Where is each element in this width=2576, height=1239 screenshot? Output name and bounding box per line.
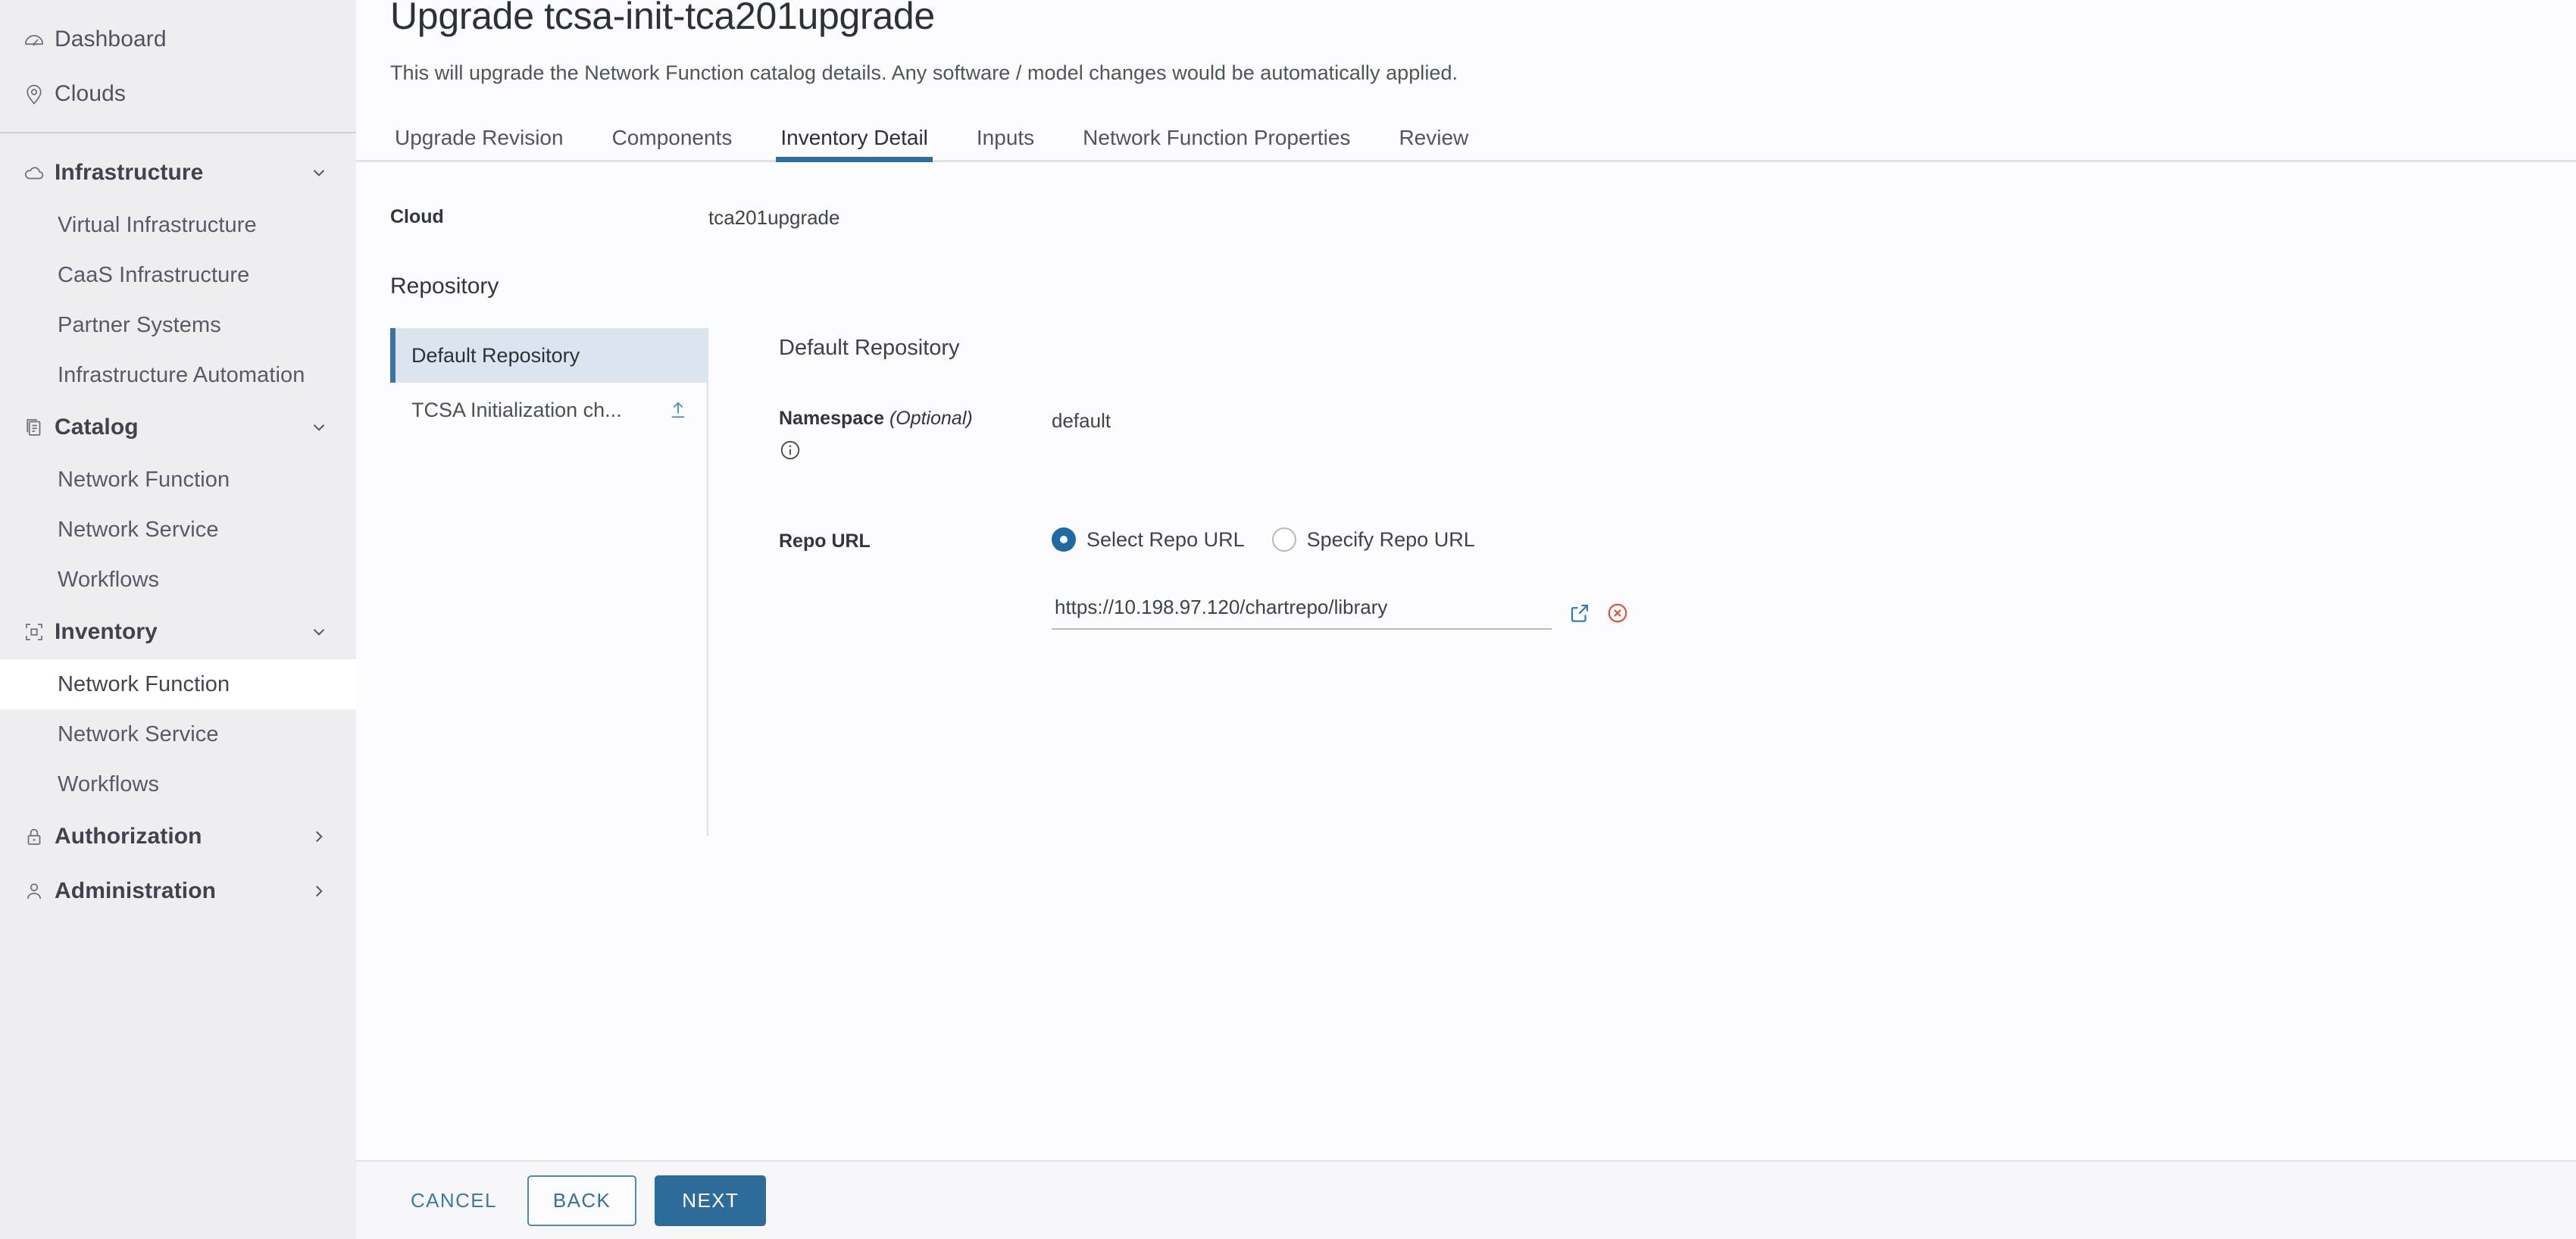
inventory-detail-form: Cloud tca201upgrade Repository Default R… bbox=[390, 162, 2576, 836]
sidebar-item-catalog-network-function[interactable]: Network Function bbox=[0, 455, 356, 505]
sidebar-item-label: Clouds bbox=[55, 81, 126, 106]
repo-url-row: Repo URL Select Repo URL Specify Repo UR… bbox=[779, 527, 2576, 630]
map-pin-icon bbox=[23, 83, 55, 105]
sidebar-item-label: Network Function bbox=[58, 467, 230, 492]
main-content: Upgrade tcsa-init-tca201upgrade This wil… bbox=[356, 0, 2576, 1239]
back-button[interactable]: BACK bbox=[527, 1175, 637, 1226]
chevron-right-icon bbox=[309, 881, 329, 901]
sidebar-group-inventory[interactable]: Inventory bbox=[0, 605, 356, 659]
tab-network-function-properties[interactable]: Network Function Properties bbox=[1078, 126, 1355, 162]
page-description: This will upgrade the Network Function c… bbox=[390, 61, 1458, 84]
sidebar-item-inventory-network-function[interactable]: Network Function bbox=[0, 659, 356, 709]
repo-url-input-row bbox=[1052, 596, 1629, 630]
cloud-field-row: Cloud tca201upgrade bbox=[390, 206, 2576, 230]
tab-inputs[interactable]: Inputs bbox=[972, 126, 1039, 162]
sidebar: Dashboard Clouds Infrastructure Virtual … bbox=[0, 0, 356, 1239]
tab-components[interactable]: Components bbox=[608, 126, 737, 162]
sidebar-item-label: Infrastructure bbox=[55, 160, 204, 185]
lock-icon bbox=[23, 825, 55, 848]
radio-label: Select Repo URL bbox=[1086, 527, 1245, 551]
namespace-label-bold: Namespace bbox=[779, 408, 884, 429]
chevron-right-icon bbox=[309, 827, 329, 846]
namespace-row: Namespace (Optional) default bbox=[779, 408, 2576, 467]
sidebar-item-inventory-network-service[interactable]: Network Service bbox=[0, 709, 356, 759]
sidebar-item-caas-infrastructure[interactable]: CaaS Infrastructure bbox=[0, 250, 356, 300]
sidebar-item-catalog-network-service[interactable]: Network Service bbox=[0, 505, 356, 555]
radio-label: Specify Repo URL bbox=[1306, 527, 1475, 551]
sidebar-item-label: Authorization bbox=[55, 824, 202, 849]
person-icon bbox=[23, 880, 55, 903]
repo-url-label: Repo URL bbox=[779, 530, 871, 552]
sidebar-item-label: CaaS Infrastructure bbox=[58, 262, 250, 287]
repository-list-item-default[interactable]: Default Repository bbox=[390, 328, 708, 383]
app-root: Dashboard Clouds Infrastructure Virtual … bbox=[0, 0, 2576, 1239]
sidebar-item-label: Partner Systems bbox=[58, 312, 221, 337]
page-title: Upgrade tcsa-init-tca201upgrade bbox=[390, 0, 935, 37]
sidebar-item-label: Network Service bbox=[58, 721, 219, 746]
sidebar-item-label: Catalog bbox=[55, 415, 139, 440]
repository-list: Default Repository TCSA Initialization c… bbox=[390, 328, 708, 836]
repo-url-input[interactable] bbox=[1052, 596, 1552, 630]
sidebar-item-infrastructure-automation[interactable]: Infrastructure Automation bbox=[0, 350, 356, 400]
upload-icon[interactable] bbox=[667, 399, 689, 421]
repository-block: Default Repository TCSA Initialization c… bbox=[390, 328, 2576, 836]
repo-url-radio-group: Select Repo URL Specify Repo URL bbox=[1052, 527, 1629, 552]
repository-item-label: Default Repository bbox=[411, 343, 580, 367]
sidebar-divider bbox=[0, 132, 356, 133]
namespace-label-optional: (Optional) bbox=[889, 408, 973, 429]
namespace-value: default bbox=[1052, 409, 1111, 432]
radio-select-repo-url[interactable]: Select Repo URL bbox=[1052, 527, 1245, 552]
repository-detail-panel: Default Repository Namespace (Optional) bbox=[708, 328, 2576, 836]
external-link-icon[interactable] bbox=[1568, 602, 1591, 624]
sidebar-top-group: Dashboard Clouds bbox=[0, 12, 356, 132]
wizard-footer: CANCEL BACK NEXT bbox=[356, 1160, 2576, 1239]
chevron-down-icon bbox=[309, 418, 329, 437]
sidebar-item-label: Inventory bbox=[55, 619, 158, 644]
sidebar-group-authorization[interactable]: Authorization bbox=[0, 809, 356, 864]
radio-specify-repo-url[interactable]: Specify Repo URL bbox=[1271, 527, 1475, 552]
info-icon[interactable] bbox=[779, 439, 1052, 467]
inventory-grid-icon bbox=[23, 621, 55, 643]
sidebar-item-label: Network Service bbox=[58, 517, 219, 542]
tab-inventory-detail[interactable]: Inventory Detail bbox=[776, 126, 933, 162]
sidebar-item-label: Infrastructure Automation bbox=[58, 362, 305, 387]
sidebar-item-label: Virtual Infrastructure bbox=[58, 212, 257, 237]
sidebar-item-label: Workflows bbox=[58, 771, 160, 796]
cloud-label: Cloud bbox=[390, 206, 444, 227]
cancel-button[interactable]: CANCEL bbox=[394, 1178, 514, 1223]
sidebar-group-catalog[interactable]: Catalog bbox=[0, 400, 356, 455]
tab-upgrade-revision[interactable]: Upgrade Revision bbox=[390, 126, 568, 162]
sidebar-item-catalog-workflows[interactable]: Workflows bbox=[0, 555, 356, 605]
sidebar-item-label: Administration bbox=[55, 878, 217, 903]
tab-bar: Upgrade Revision Components Inventory De… bbox=[356, 108, 2576, 162]
chevron-down-icon bbox=[309, 622, 329, 642]
sidebar-item-virtual-infrastructure[interactable]: Virtual Infrastructure bbox=[0, 200, 356, 250]
next-button[interactable]: NEXT bbox=[655, 1175, 767, 1226]
repository-list-item-tcsa-init[interactable]: TCSA Initialization ch... bbox=[390, 383, 708, 437]
repository-item-label: TCSA Initialization ch... bbox=[411, 398, 622, 421]
dashboard-gauge-icon bbox=[23, 28, 55, 51]
sidebar-item-label: Dashboard bbox=[55, 27, 167, 52]
tab-review[interactable]: Review bbox=[1394, 126, 1473, 162]
repository-section-title: Repository bbox=[390, 274, 499, 299]
cloud-icon bbox=[23, 161, 55, 184]
radio-mark-unselected bbox=[1271, 527, 1296, 552]
sidebar-item-inventory-workflows[interactable]: Workflows bbox=[0, 759, 356, 809]
sidebar-item-label: Workflows bbox=[58, 567, 160, 592]
clear-error-icon[interactable] bbox=[1606, 602, 1629, 624]
sidebar-item-label: Network Function bbox=[58, 671, 230, 696]
chevron-down-icon bbox=[309, 163, 329, 183]
cloud-value: tca201upgrade bbox=[708, 206, 840, 229]
radio-mark-selected bbox=[1052, 527, 1076, 552]
repository-detail-title: Default Repository bbox=[779, 336, 960, 360]
repo-url-controls: Select Repo URL Specify Repo URL bbox=[1052, 527, 1629, 630]
sidebar-item-dashboard[interactable]: Dashboard bbox=[0, 12, 356, 67]
sidebar-group-infrastructure[interactable]: Infrastructure bbox=[0, 145, 356, 200]
sidebar-item-clouds[interactable]: Clouds bbox=[0, 67, 356, 121]
sidebar-group-administration[interactable]: Administration bbox=[0, 864, 356, 918]
documents-icon bbox=[23, 416, 55, 439]
namespace-label: Namespace (Optional) bbox=[779, 408, 1052, 467]
main-scroll-region: Upgrade tcsa-init-tca201upgrade This wil… bbox=[356, 0, 2576, 1160]
sidebar-item-partner-systems[interactable]: Partner Systems bbox=[0, 300, 356, 350]
